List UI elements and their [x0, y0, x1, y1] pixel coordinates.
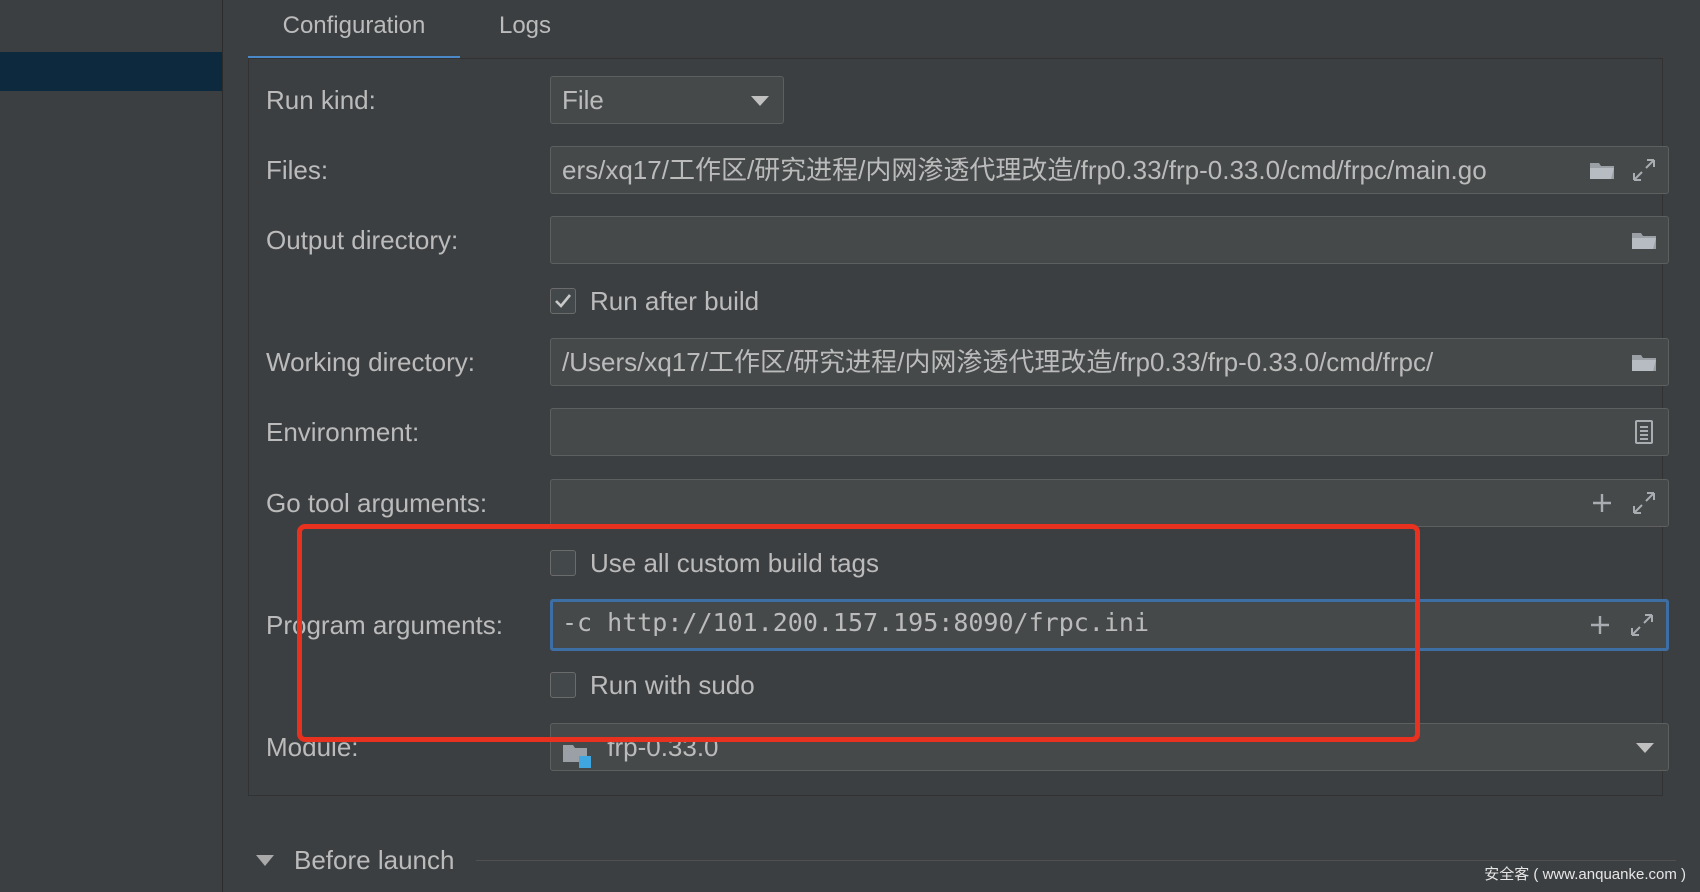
- chevron-down-icon: [256, 854, 274, 866]
- run-with-sudo-checkbox[interactable]: [550, 672, 576, 698]
- working-directory-input[interactable]: /Users/xq17/工作区/研究进程/内网渗透代理改造/frp0.33/fr…: [550, 338, 1669, 386]
- files-value: ers/xq17/工作区/研究进程/内网渗透代理改造/frp0.33/frp-0…: [562, 155, 1487, 185]
- tab-logs[interactable]: Logs: [472, 0, 578, 60]
- chevron-down-icon: [751, 96, 769, 106]
- files-input[interactable]: ers/xq17/工作区/研究进程/内网渗透代理改造/frp0.33/frp-0…: [550, 146, 1669, 194]
- module-value: frp-0.33.0: [607, 732, 719, 762]
- working-directory-value: /Users/xq17/工作区/研究进程/内网渗透代理改造/frp0.33/fr…: [562, 347, 1434, 377]
- working-directory-label: Working directory:: [266, 347, 476, 377]
- go-tool-arguments-input[interactable]: [550, 479, 1669, 527]
- folder-icon[interactable]: [1630, 226, 1658, 254]
- expand-icon[interactable]: [1630, 156, 1658, 184]
- module-select[interactable]: frp-0.33.0: [550, 723, 1669, 771]
- run-kind-select[interactable]: File: [550, 76, 784, 124]
- environment-label: Environment:: [266, 417, 420, 447]
- tab-configuration[interactable]: Configuration: [248, 0, 460, 60]
- run-after-build-label: Run after build: [590, 285, 760, 316]
- chevron-down-icon: [1636, 743, 1654, 753]
- use-custom-build-tags-label: Use all custom build tags: [590, 547, 880, 578]
- output-directory-label: Output directory:: [266, 225, 459, 255]
- environment-input[interactable]: [550, 408, 1669, 456]
- folder-icon[interactable]: [1630, 348, 1658, 376]
- run-after-build-checkbox[interactable]: [550, 288, 576, 314]
- program-arguments-input[interactable]: -c http://101.200.157.195:8090/frpc.ini: [550, 599, 1669, 651]
- run-with-sudo-row[interactable]: Run with sudo: [550, 669, 755, 701]
- plus-icon[interactable]: [1588, 489, 1616, 517]
- expand-icon[interactable]: [1628, 611, 1656, 639]
- separator: [476, 860, 1676, 861]
- before-launch-label: Before launch: [294, 844, 455, 875]
- go-tool-arguments-label: Go tool arguments:: [266, 488, 488, 518]
- module-label: Module:: [266, 732, 359, 762]
- files-label: Files:: [266, 155, 329, 185]
- program-arguments-value: -c http://101.200.157.195:8090/frpc.ini: [562, 608, 1149, 637]
- run-kind-label: Run kind:: [266, 85, 376, 115]
- run-after-build-row[interactable]: Run after build: [550, 285, 759, 317]
- before-launch-header[interactable]: Before launch: [256, 840, 454, 880]
- output-directory-input[interactable]: [550, 216, 1669, 264]
- watermark: 安全客 ( www.anquanke.com ): [1484, 866, 1686, 883]
- folder-icon[interactable]: [1588, 156, 1616, 184]
- run-with-sudo-label: Run with sudo: [590, 669, 755, 700]
- run-kind-value: File: [562, 85, 604, 115]
- use-custom-build-tags-checkbox[interactable]: [550, 550, 576, 576]
- program-arguments-label: Program arguments:: [266, 610, 503, 640]
- use-custom-build-tags-row[interactable]: Use all custom build tags: [550, 547, 879, 579]
- expand-icon[interactable]: [1630, 489, 1658, 517]
- left-config-list: [0, 0, 223, 892]
- plus-icon[interactable]: [1586, 611, 1614, 639]
- selected-config-item[interactable]: [0, 52, 222, 91]
- module-icon: [562, 736, 592, 769]
- check-icon: [555, 294, 572, 308]
- clipboard-icon[interactable]: [1630, 418, 1658, 446]
